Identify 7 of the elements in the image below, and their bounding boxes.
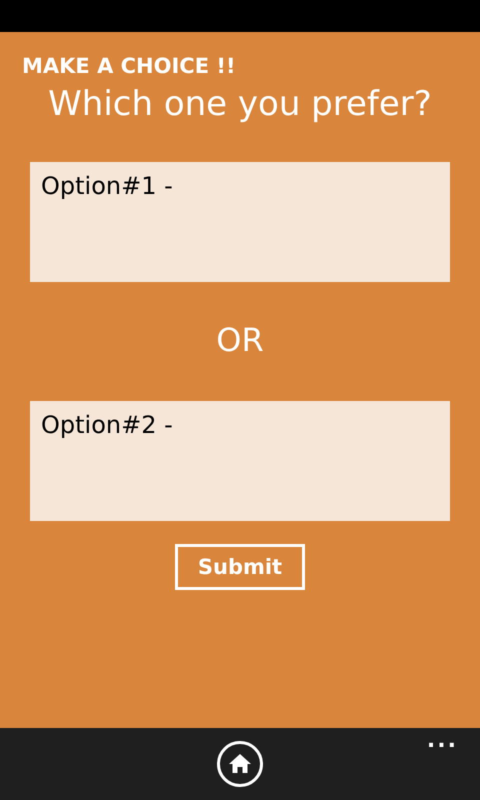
- more-button[interactable]: ...: [426, 728, 458, 754]
- home-icon[interactable]: [216, 740, 264, 788]
- separator-text: OR: [215, 320, 265, 360]
- question-heading: Which one you prefer?: [47, 83, 433, 126]
- option-field[interactable]: Option#1 -: [30, 162, 450, 282]
- app-title: MAKE A CHOICE !!: [22, 53, 237, 80]
- option-field[interactable]: Option#2 -: [30, 401, 450, 521]
